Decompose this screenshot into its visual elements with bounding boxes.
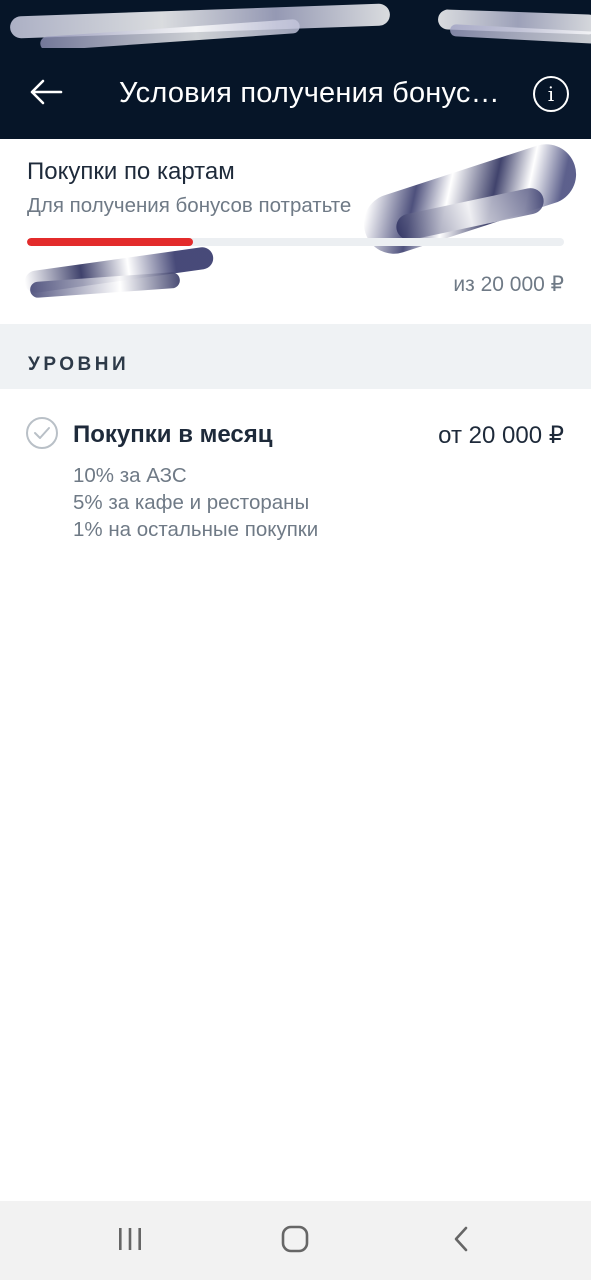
home-button[interactable] [273, 1219, 317, 1263]
info-icon: i [547, 82, 555, 106]
level-benefits: 10% за АЗС 5% за кафе и рестораны 1% на … [73, 462, 318, 543]
benefit-item: 10% за АЗС [73, 464, 187, 487]
recent-apps-button[interactable] [108, 1219, 152, 1263]
check-circle-icon [26, 417, 58, 449]
bonus-progress-bar [27, 238, 564, 246]
benefit-item: 5% за кафе и рестораны [73, 491, 310, 514]
app-header: Условия получения бонус… i [0, 48, 591, 139]
system-back-button[interactable] [439, 1219, 483, 1263]
progress-total: из 20 000 ₽ [453, 273, 564, 296]
level-item[interactable]: Покупки в месяц от 20 000 ₽ 10% за АЗС 5… [0, 389, 591, 559]
arrow-left-icon [29, 79, 63, 110]
section-title: УРОВНИ [28, 354, 130, 375]
info-button[interactable]: i [533, 76, 569, 112]
card-title: Покупки по картам [27, 158, 235, 185]
system-nav-bar [0, 1201, 591, 1280]
back-icon [451, 1225, 471, 1258]
recent-apps-icon [116, 1226, 144, 1257]
progress-card: Покупки по картам Для получения бонусов … [0, 136, 591, 324]
home-icon [280, 1224, 310, 1259]
level-name: Покупки в месяц [73, 421, 273, 448]
bonus-progress-fill [27, 238, 194, 246]
status-bar [0, 0, 591, 48]
page-title: Условия получения бонус… [119, 77, 500, 109]
level-amount: от 20 000 ₽ [438, 422, 564, 449]
benefit-item: 1% на остальные покупки [73, 518, 319, 541]
back-button[interactable] [22, 72, 70, 116]
card-subtitle: Для получения бонусов потратьте [27, 194, 352, 217]
levels-section-header: УРОВНИ [0, 324, 591, 389]
